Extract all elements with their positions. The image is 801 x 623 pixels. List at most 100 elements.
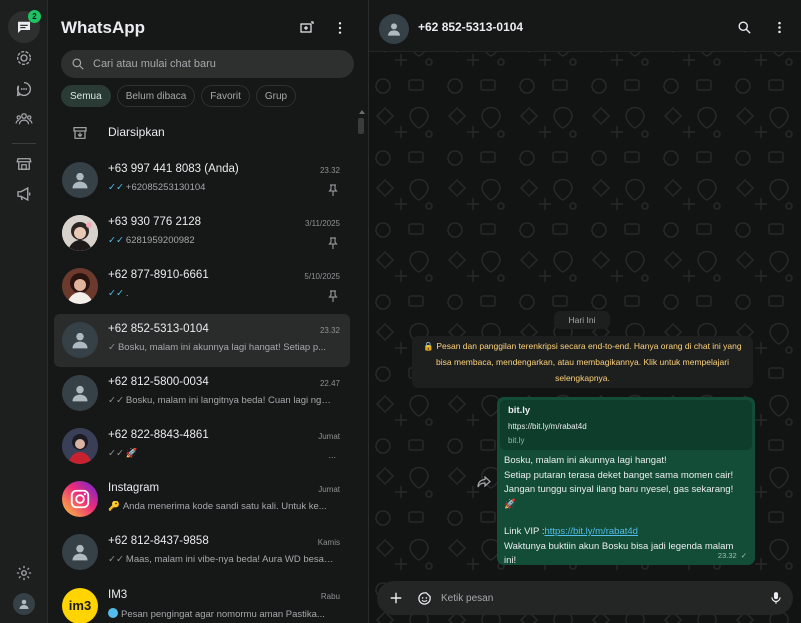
message-input[interactable] [441,581,761,615]
person-icon [72,545,88,561]
voice-message-button[interactable] [767,589,785,607]
chat-name: +63 997 441 8083 (Anda) [108,163,239,175]
message-link[interactable]: https://bit.ly/m/rabat4d [545,526,638,537]
encryption-notice[interactable]: 🔒 Pesan dan panggilan terenkripsi secara… [412,336,753,388]
archived-label: Diarsipkan [108,125,165,139]
chat-preview: ✓✓ 6281959200982 [108,235,195,247]
list-menu-button[interactable] [329,17,351,39]
kebab-menu-icon [777,21,781,33]
outgoing-message[interactable]: bit.ly https://bit.ly/m/rabat4d bit.ly B… [497,397,755,566]
search-input[interactable] [93,50,343,78]
link-preview[interactable]: bit.ly https://bit.ly/m/rabat4d bit.ly [500,400,752,450]
chat-time: 3/11/2025 [305,219,340,229]
chat-item[interactable]: +63 997 441 8083 (Anda) 23.32 ✓✓ +6208525… [54,154,350,207]
instagram-logo [62,481,98,518]
channels-nav-button[interactable] [12,77,36,101]
filter-favorites[interactable]: Favorit [201,85,250,107]
avatar-photo [62,215,98,252]
avatar [62,162,98,198]
chat-list-scrollbar[interactable] [358,118,364,134]
profile-avatar[interactable] [13,593,35,615]
sticker-icon [417,591,431,605]
chat-preview: ✓✓ Bosku, malam ini langitnya beda! Cuan … [108,394,334,406]
chat-time: Rabu [320,591,340,601]
chat-name: +63 930 776 2128 [108,216,202,229]
chat-item[interactable]: +62 812-8437-9858 Kamis ✓✓ Maas, malam in… [54,526,350,579]
read-ticks: ✓✓ [108,288,124,300]
verified-icon [108,607,118,618]
search-icon [738,21,751,34]
forward-icon[interactable] [477,476,491,488]
business-tools-nav-button[interactable] [12,152,36,176]
link-preview-domain: bit.ly [508,436,525,445]
sticker-button[interactable] [415,589,433,607]
chat-name: +62 812-5800-0034 [108,375,209,388]
chat-name: +62 877-8910-6661 [108,269,209,282]
filter-all[interactable]: Semua [61,85,111,107]
chat-time: Jumat [318,431,340,441]
chat-item[interactable]: +62 822-8843-4861 Jumat ✓✓ 🚀 ... [54,420,350,473]
search-in-chat-button[interactable] [735,18,753,36]
chat-item[interactable]: Instagram Jumat 🔑 Anda menerima kode sand… [54,473,350,526]
app-title: WhatsApp [61,18,146,37]
person-icon [72,385,88,402]
im3-logo: im3 [62,587,98,623]
communities-nav-button[interactable] [12,107,36,131]
person-icon [19,599,29,609]
chat-name: Instagram [108,482,160,495]
chat-item[interactable]: +62 877-8910-6661 5/10/2025 ✓✓. [54,260,350,313]
instagram-icon [70,489,90,509]
chat-time: 23.32 [319,325,340,335]
pin-icon [328,184,338,196]
chat-preview: ✓✓ Maas, malam ini vibe-nya beda! Aura WD… [108,554,334,566]
settings-nav-button[interactable] [12,561,36,585]
avatar [62,374,98,411]
kebab-menu-icon [338,22,342,34]
scroll-up-arrow[interactable] [359,110,365,114]
megaphone-icon [17,186,31,202]
chat-preview: ✓✓. [108,288,129,300]
conversation-panel: +62 852-5313-0104 Hari Ini 🔒 Pesan dan p… [369,0,801,623]
chat-list: +63 997 441 8083 (Anda) 23.32 ✓✓ +6208525… [48,154,353,623]
avatar-photo-image [62,427,98,464]
message-composer [377,581,793,615]
avatar-photo-image [62,215,98,252]
attach-button[interactable] [387,589,405,607]
contact-avatar[interactable] [379,14,409,44]
link-preview-url: https://bit.ly/m/rabat4d [508,422,587,431]
archived-row[interactable]: Diarsipkan [48,118,369,146]
delivered-ticks: ✓✓ [108,447,124,459]
avatar [62,321,98,358]
chat-menu-button[interactable] [770,18,788,36]
message-text: Bosku, malam ini akunnya lagi hangat! Se… [504,455,734,566]
contact-name[interactable]: +62 852-5313-0104 [418,20,523,34]
chat-time: 22.47 [319,378,340,388]
delivered-ticks: ✓✓ [108,554,124,566]
chat-time: Kamis [317,538,340,548]
chat-item[interactable]: im3 IM3 Rabu Pesan pengingat agar nomorm… [54,580,350,623]
read-ticks: ✓✓ [108,235,124,247]
delivered-ticks: ✓✓ [108,394,124,406]
date-separator: Hari Ini [554,311,610,329]
chat-list-panel: WhatsApp Semua Belum dibaca Favorit Grup… [48,0,369,623]
link-preview-title: bit.ly [508,405,531,416]
chat-preview: ✓✓ 🚀 [108,447,138,459]
chat-name: +62 812-8437-9858 [108,535,209,548]
chat-item[interactable]: +63 930 776 2128 3/11/2025 ✓✓ 62819592009… [54,207,350,260]
chat-item-selected[interactable]: +62 852-5313-0104 23.32 ✓ Bosku, malam in… [54,313,350,367]
pin-icon [328,290,338,303]
unread-badge: 2 [28,10,41,23]
filter-unread[interactable]: Belum dibaca [116,85,196,107]
archive-icon [73,127,87,139]
whatsapp-window: 2 WhatsApp Cari atau mulai chat baru Sem… [0,0,801,623]
search-box[interactable] [61,50,354,78]
filter-groups[interactable]: Grup [255,85,297,107]
new-chat-button[interactable] [296,17,318,39]
sent-tick: ✓ [108,341,116,353]
ads-nav-button[interactable] [12,182,36,206]
key-icon: 🔑 [108,501,120,513]
status-icon [16,50,32,66]
store-icon [16,158,32,170]
chat-item[interactable]: +62 812-5800-0034 22.47 ✓✓ Bosku, malam i… [54,367,350,420]
status-nav-button[interactable] [12,46,36,70]
